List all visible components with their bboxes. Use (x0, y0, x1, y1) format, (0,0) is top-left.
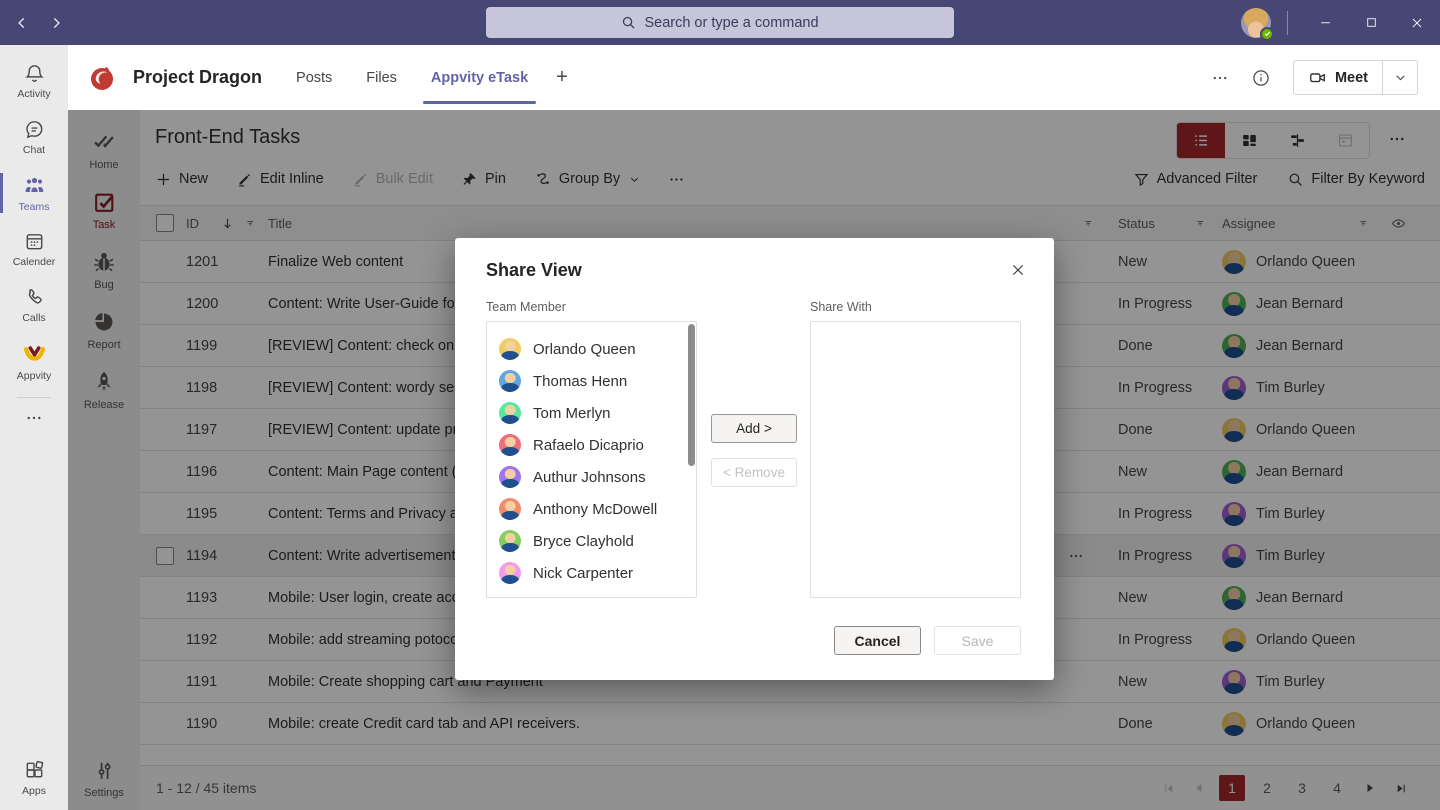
member-avatar (499, 498, 521, 520)
user-avatar[interactable] (1241, 8, 1271, 38)
member-name: Nick Carpenter (533, 565, 633, 582)
listbox-scrollbar[interactable] (688, 324, 695, 466)
member-name: Authur Johnsons (533, 469, 646, 486)
tab-posts[interactable]: Posts (296, 45, 332, 110)
rail-item-appvity[interactable]: Appvity (0, 333, 68, 389)
remove-button[interactable]: < Remove (711, 458, 797, 487)
member-name: Thomas Henn (533, 373, 627, 390)
info-icon[interactable] (1251, 68, 1271, 88)
rail-more-icon[interactable] (25, 406, 43, 430)
teams-app-rail: Activity Chat Teams Calender Calls (0, 45, 68, 810)
member-list-item[interactable]: Rafaelo Dicaprio (487, 429, 696, 461)
member-avatar (499, 530, 521, 552)
minimize-button[interactable] (1302, 0, 1348, 45)
member-list-item[interactable]: Tom Merlyn (487, 397, 696, 429)
team-name: Project Dragon (133, 67, 262, 88)
history-nav (10, 0, 68, 45)
rail-item-activity[interactable]: Activity (0, 53, 68, 109)
rail-item-apps[interactable]: Apps (0, 750, 68, 806)
member-list-item[interactable]: Thomas Henn (487, 365, 696, 397)
meet-button[interactable]: Meet (1294, 61, 1383, 94)
member-avatar (499, 466, 521, 488)
save-button[interactable]: Save (934, 626, 1021, 655)
channel-tabs: Posts Files Appvity eTask (296, 45, 528, 110)
member-list-item[interactable]: Nick Carpenter (487, 557, 696, 589)
search-icon (621, 15, 636, 30)
member-name: Tom Merlyn (533, 405, 611, 422)
member-name: Bryce Clayhold (533, 533, 634, 550)
tab-appvity-etask[interactable]: Appvity eTask (431, 45, 528, 110)
channel-more-icon[interactable] (1211, 69, 1229, 87)
member-avatar (499, 370, 521, 392)
meet-split-button: Meet (1293, 60, 1418, 95)
close-window-button[interactable] (1394, 0, 1440, 45)
member-avatar (499, 562, 521, 584)
appvity-logo-icon (21, 340, 48, 367)
camera-icon (1308, 68, 1327, 87)
add-tab-button[interactable]: + (556, 66, 568, 89)
member-list-item[interactable]: Authur Johnsons (487, 461, 696, 493)
member-list-item[interactable]: Anthony McDowell (487, 493, 696, 525)
add-button[interactable]: Add > (711, 414, 797, 443)
bell-icon (23, 62, 46, 85)
phone-icon (23, 286, 46, 309)
rail-item-calender[interactable]: Calender (0, 221, 68, 277)
window-titlebar: Search or type a command (0, 0, 1440, 45)
chat-icon (23, 118, 46, 141)
team-member-label: Team Member (486, 300, 566, 314)
calendar-icon (23, 230, 46, 253)
team-member-listbox[interactable]: Orlando Queen Thomas Henn Tom Merlyn (486, 321, 697, 598)
rail-item-teams[interactable]: Teams (0, 165, 68, 221)
rail-item-chat[interactable]: Chat (0, 109, 68, 165)
meet-dropdown-button[interactable] (1383, 61, 1417, 94)
teams-window: Search or type a command (0, 0, 1440, 810)
member-list-item[interactable]: Bryce Clayhold (487, 525, 696, 557)
teams-people-icon (22, 173, 47, 198)
team-logo-dragon (86, 62, 118, 94)
member-list-item[interactable]: Orlando Queen (487, 333, 696, 365)
cancel-button[interactable]: Cancel (834, 626, 921, 655)
member-avatar (499, 434, 521, 456)
member-name: Anthony McDowell (533, 501, 657, 518)
titlebar-right (1241, 0, 1440, 45)
tab-files[interactable]: Files (366, 45, 397, 110)
share-with-label: Share With (810, 300, 872, 314)
member-name: Orlando Queen (533, 341, 636, 358)
back-icon[interactable] (10, 11, 34, 35)
member-avatar (499, 402, 521, 424)
rail-item-calls[interactable]: Calls (0, 277, 68, 333)
member-name: Rafaelo Dicaprio (533, 437, 644, 454)
share-with-listbox[interactable] (810, 321, 1021, 598)
presence-available-icon (1260, 27, 1274, 41)
search-input[interactable]: Search or type a command (486, 7, 954, 38)
close-icon[interactable] (1010, 262, 1026, 278)
modal-title: Share View (486, 260, 582, 281)
share-view-modal: Share View Team Member Share With Orland… (455, 238, 1054, 680)
channel-header: Project Dragon Posts Files Appvity eTask… (68, 45, 1440, 110)
search-placeholder: Search or type a command (644, 15, 818, 31)
titlebar-divider (1287, 11, 1288, 35)
rail-divider (17, 397, 51, 398)
forward-icon[interactable] (44, 11, 68, 35)
apps-grid-icon (23, 759, 46, 782)
maximize-button[interactable] (1348, 0, 1394, 45)
member-avatar (499, 338, 521, 360)
